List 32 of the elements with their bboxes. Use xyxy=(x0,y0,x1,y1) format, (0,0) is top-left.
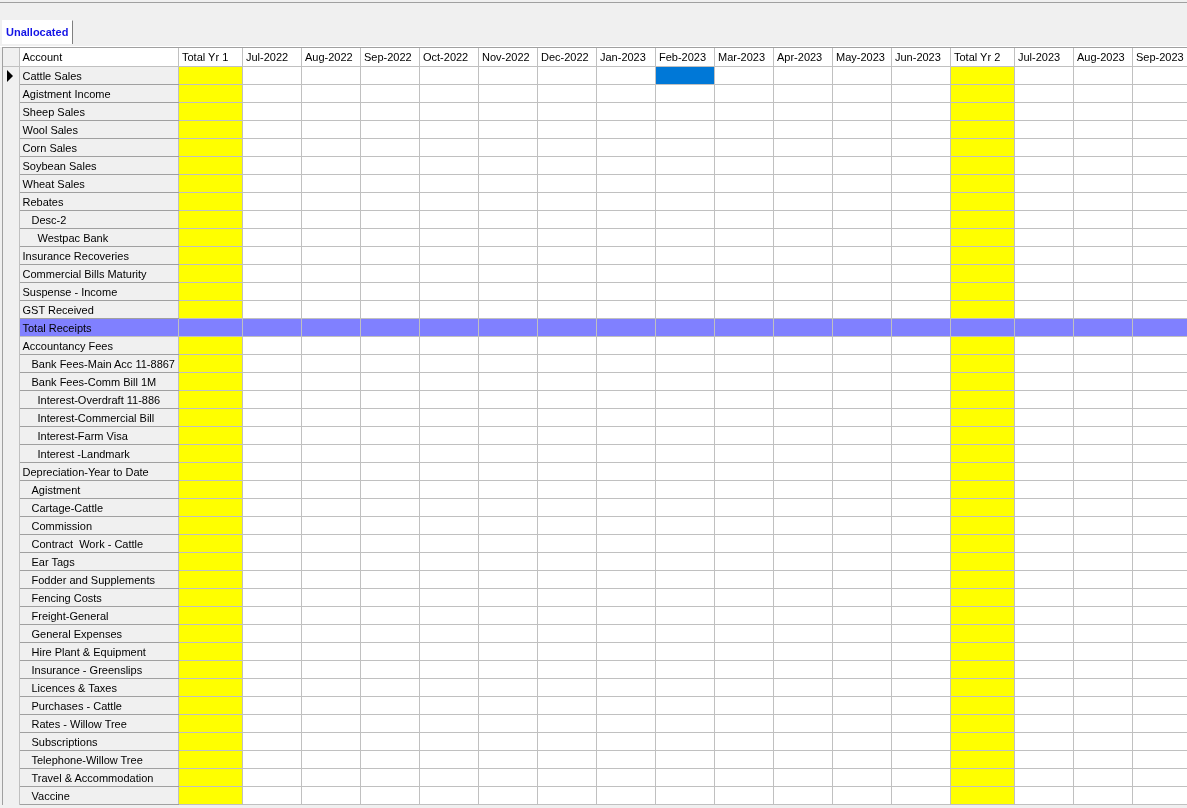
grid-cell[interactable] xyxy=(1014,66,1074,85)
grid-cell[interactable] xyxy=(596,66,656,85)
grid-cell[interactable] xyxy=(1073,66,1133,85)
grid-cell[interactable] xyxy=(537,66,597,85)
column-header[interactable]: Total Yr 1 xyxy=(178,48,243,67)
column-header[interactable]: Feb-2023 xyxy=(655,48,715,67)
tab[interactable]: Unallocated xyxy=(2,20,74,44)
column-header[interactable]: Nov-2022 xyxy=(478,48,538,67)
column-header[interactable]: Dec-2022 xyxy=(537,48,597,67)
grid-cell[interactable] xyxy=(419,66,479,85)
column-header[interactable]: Apr-2023 xyxy=(773,48,833,67)
grid-cell[interactable] xyxy=(714,66,774,85)
grid-cell[interactable] xyxy=(773,66,833,85)
grid-cell[interactable] xyxy=(891,66,951,85)
grid-cell[interactable] xyxy=(478,66,538,85)
column-header[interactable]: Mar-2023 xyxy=(714,48,774,67)
column-header[interactable]: Oct-2022 xyxy=(419,48,479,67)
grid-cell[interactable] xyxy=(360,66,420,85)
column-header[interactable]: Jun-2023 xyxy=(891,48,951,67)
column-header[interactable]: Aug-2022 xyxy=(301,48,361,67)
column-header[interactable]: Sep-2022 xyxy=(360,48,420,67)
grid-cell[interactable] xyxy=(242,66,302,85)
column-header[interactable]: Jul-2023 xyxy=(1014,48,1074,67)
grid-cell[interactable] xyxy=(832,66,892,85)
column-header[interactable]: Jul-2022 xyxy=(242,48,302,67)
grid-cell[interactable] xyxy=(301,66,361,85)
column-header[interactable]: May-2023 xyxy=(832,48,892,67)
column-header[interactable]: Jan-2023 xyxy=(596,48,656,67)
column-header[interactable]: Account xyxy=(19,48,179,67)
column-header[interactable]: Aug-2023 xyxy=(1073,48,1133,67)
column-header[interactable]: Total Yr 2 xyxy=(950,48,1015,67)
column-header[interactable]: Sep-2023 xyxy=(1132,48,1187,67)
